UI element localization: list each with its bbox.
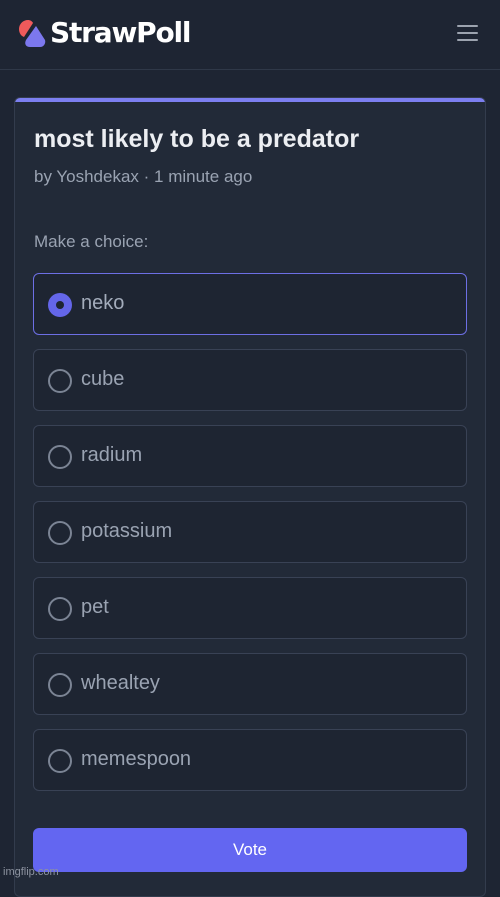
radio-empty-icon[interactable]	[48, 749, 72, 773]
poll-option-radium[interactable]: radium	[33, 425, 467, 487]
option-label: potassium	[81, 520, 173, 542]
poll-options: neko cube radium potassium pet whealtey …	[33, 273, 467, 805]
poll-option-potassium[interactable]: potassium	[33, 501, 467, 563]
radio-empty-icon[interactable]	[48, 445, 72, 469]
choice-prompt: Make a choice:	[34, 232, 149, 251]
radio-empty-icon[interactable]	[48, 673, 72, 697]
strawpoll-logo-icon	[19, 20, 46, 47]
poll-card: most likely to be a predator by Yoshdeka…	[14, 97, 486, 897]
radio-empty-icon[interactable]	[48, 521, 72, 545]
logo-text: StrawPoll	[50, 16, 191, 49]
option-label: memespoon	[81, 748, 192, 770]
poll-option-memespoon[interactable]: memespoon	[33, 729, 467, 791]
poll-title: most likely to be a predator	[34, 125, 360, 153]
option-label: neko	[81, 292, 125, 314]
radio-empty-icon[interactable]	[48, 369, 72, 393]
option-label: pet	[81, 596, 109, 618]
option-label: cube	[81, 368, 125, 390]
hamburger-menu-icon[interactable]	[456, 23, 480, 43]
strawpoll-logo[interactable]: StrawPoll	[18, 16, 191, 50]
radio-selected-icon[interactable]	[48, 293, 72, 317]
vote-button[interactable]: Vote	[33, 828, 467, 872]
poll-option-cube[interactable]: cube	[33, 349, 467, 411]
poll-author-line: by Yoshdekax · 1 minute ago	[34, 167, 253, 186]
imgflip-watermark: imgflip.com	[3, 866, 59, 878]
top-navigation-bar: StrawPoll	[0, 0, 500, 70]
poll-option-whealtey[interactable]: whealtey	[33, 653, 467, 715]
poll-option-neko[interactable]: neko	[33, 273, 467, 335]
poll-option-pet[interactable]: pet	[33, 577, 467, 639]
option-label: radium	[81, 444, 143, 466]
radio-empty-icon[interactable]	[48, 597, 72, 621]
card-accent-bar	[15, 98, 485, 102]
option-label: whealtey	[81, 672, 160, 694]
